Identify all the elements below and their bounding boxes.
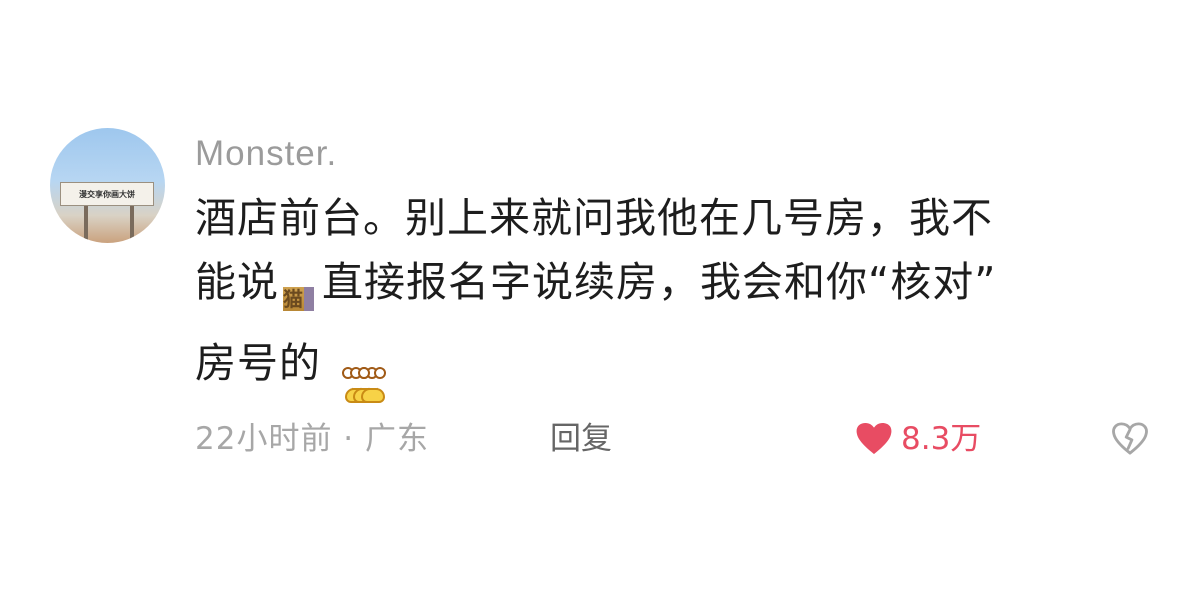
username[interactable]: Monster. bbox=[195, 136, 337, 171]
comment-content: 酒店前台。别上来就问我他在几号房，我不 能说猫直接报名字说续房，我会和你“核对”… bbox=[195, 186, 1130, 406]
broken-heart-icon[interactable] bbox=[1110, 422, 1150, 456]
like-button[interactable]: 8.3万 bbox=[855, 414, 981, 464]
avatar-sign-text: 漫交享你画大饼 bbox=[79, 189, 135, 199]
avatar[interactable]: 漫交享你画大饼 bbox=[50, 128, 165, 243]
comment-meta: 22小时前 · 广东 回复 8.3万 bbox=[195, 414, 1160, 464]
comment-card: 漫交享你画大饼 Monster. 酒店前台。别上来就问我他在几号房，我不 能说猫… bbox=[50, 128, 1160, 468]
avatar-sign-post-left bbox=[84, 202, 88, 243]
like-count: 8.3万 bbox=[901, 421, 982, 457]
time-location: 22小时前 · 广东 bbox=[195, 421, 430, 457]
comment-line-2-end: 直接报名字说续房，我会和你“核对” bbox=[322, 258, 997, 306]
comment-line-3: 房号的 bbox=[195, 339, 321, 387]
avatar-sign-board: 漫交享你画大饼 bbox=[60, 182, 154, 206]
comment-line-1: 酒店前台。别上来就问我他在几号房，我不 bbox=[195, 194, 993, 242]
cat-emoji-label: 猫 bbox=[283, 287, 304, 311]
avatar-sign-post-right bbox=[130, 202, 134, 243]
reply-button[interactable]: 回复 bbox=[550, 414, 612, 464]
heart-icon bbox=[856, 422, 892, 455]
cat-emoji-icon: 猫 bbox=[283, 287, 314, 311]
comment-line-2-start: 能说 bbox=[195, 258, 279, 306]
